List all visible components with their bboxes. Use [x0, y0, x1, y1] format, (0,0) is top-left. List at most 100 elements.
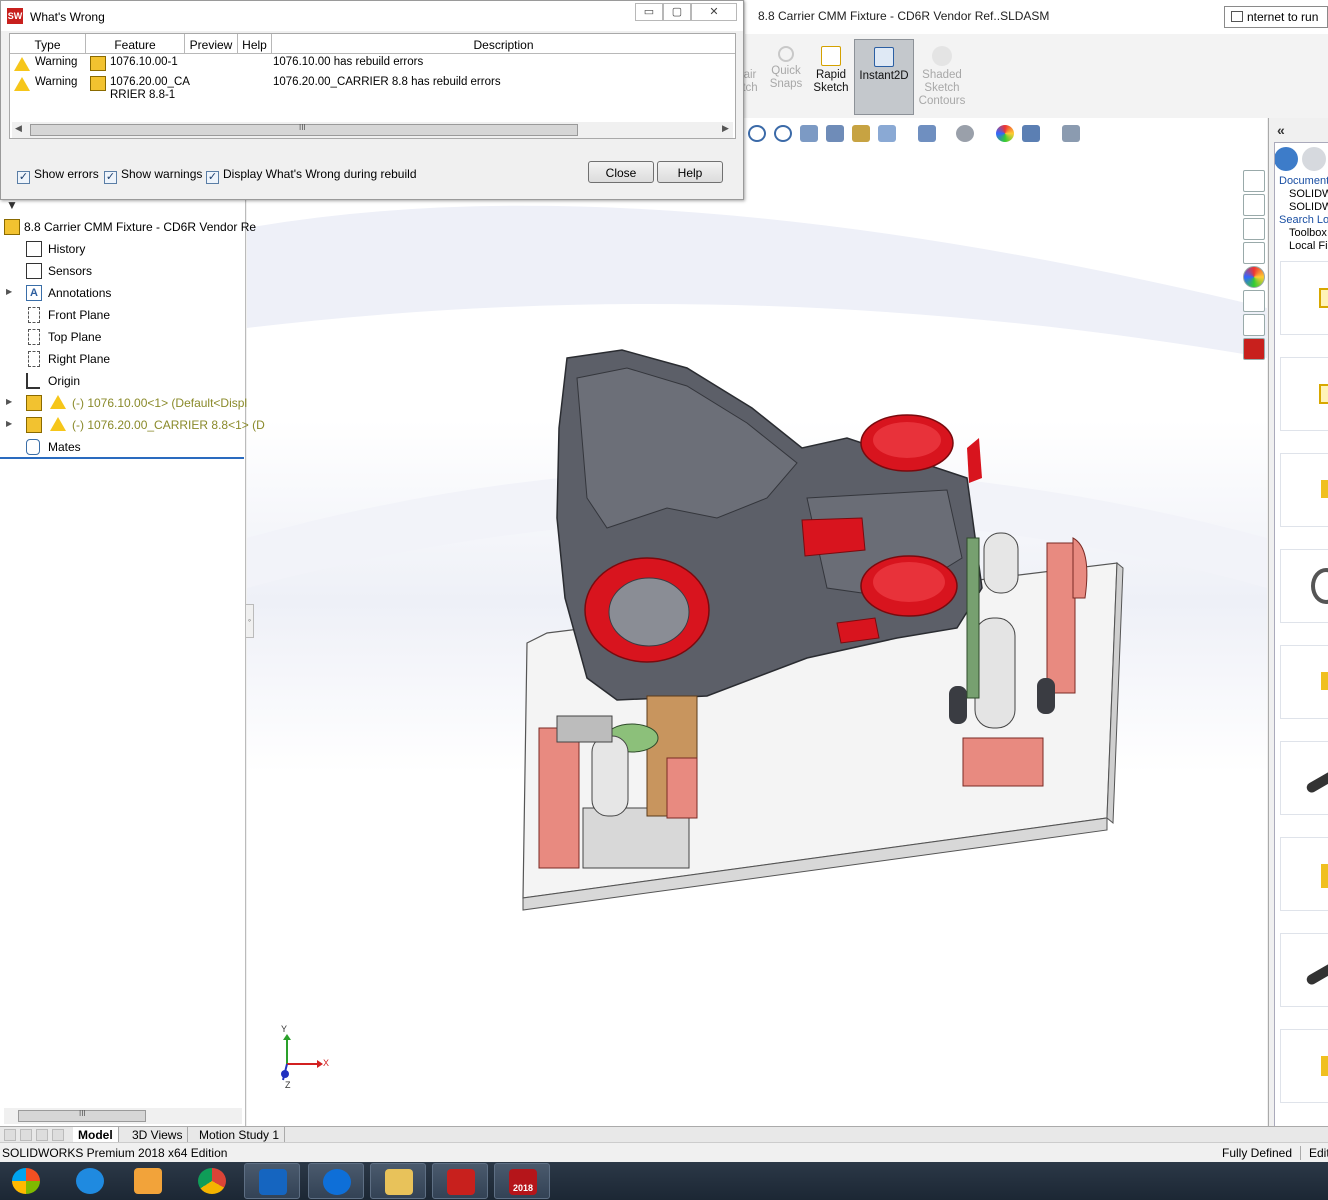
tp-link-document[interactable]: Document — [1279, 175, 1328, 187]
tree-item-part-2[interactable]: ▶ (-) 1076.20.00_CARRIER 8.8<1> (D — [0, 414, 265, 436]
tab-first-icon[interactable] — [4, 1129, 16, 1141]
help-button[interactable]: Help — [657, 161, 723, 183]
scroll-right-icon[interactable]: ▶ — [722, 123, 729, 134]
design-library-panel: Document SOLIDW SOLIDW Search Loc Toolbo… — [1274, 142, 1328, 1138]
column-header-description[interactable]: Description — [272, 34, 735, 54]
library-item[interactable] — [1280, 1029, 1328, 1103]
search-input[interactable]: nternet to run — [1224, 6, 1328, 28]
column-header-type[interactable]: Type — [10, 34, 86, 54]
instant2d-button[interactable]: Instant2D — [854, 39, 914, 115]
tree-item-part-1[interactable]: ▶ (-) 1076.10.00<1> (Default<Displ — [0, 392, 247, 414]
scroll-left-icon[interactable]: ◀ — [15, 123, 22, 134]
show-warnings-checkbox[interactable]: ✓ Show warnings — [104, 167, 202, 184]
taskbar-autocad[interactable] — [432, 1163, 488, 1199]
tree-horizontal-scrollbar[interactable]: III — [4, 1108, 242, 1124]
show-errors-label: Show errors — [34, 167, 99, 181]
file-explorer-icon[interactable] — [1243, 218, 1265, 240]
taskbar-file-explorer[interactable] — [370, 1163, 426, 1199]
library-item[interactable] — [1280, 549, 1328, 623]
start-button[interactable] — [0, 1163, 54, 1199]
expand-arrow-icon[interactable]: ▶ — [6, 397, 12, 406]
home-icon[interactable] — [1243, 170, 1265, 192]
previous-view-icon[interactable] — [800, 125, 818, 142]
expand-arrow-icon[interactable]: ▶ — [6, 419, 12, 428]
tree-item-sensors[interactable]: Sensors — [0, 260, 246, 282]
section-view-icon[interactable] — [826, 125, 844, 142]
dialog-title-bar[interactable]: SW What's Wrong ▭ ▢ ✕ — [1, 1, 743, 31]
column-header-help[interactable]: Help — [238, 34, 272, 54]
tp-link-solidworks-2[interactable]: SOLIDW — [1289, 201, 1328, 213]
custom-properties-icon[interactable] — [1243, 290, 1265, 312]
close-window-button[interactable]: ✕ — [691, 3, 737, 21]
shaded-sketch-contours-button[interactable]: Shaded Sketch Contours — [916, 39, 968, 115]
funnel-icon[interactable]: ▼ — [6, 198, 18, 212]
restore-button[interactable]: ▢ — [663, 3, 691, 21]
column-header-preview[interactable]: Preview — [185, 34, 238, 54]
forward-icon[interactable] — [1302, 147, 1326, 171]
taskbar-outlook[interactable] — [244, 1163, 300, 1199]
hide-show-icon[interactable] — [956, 125, 974, 142]
minimize-button[interactable]: ▭ — [635, 3, 663, 21]
show-errors-checkbox[interactable]: ✓ Show errors — [17, 167, 99, 184]
library-item[interactable] — [1280, 741, 1328, 815]
library-item[interactable] — [1280, 933, 1328, 1007]
view-palette-icon[interactable] — [1243, 242, 1265, 264]
tab-3d-views[interactable]: 3D Views — [127, 1127, 189, 1143]
tree-item-origin[interactable]: Origin — [0, 370, 246, 392]
dynamic-annotation-icon[interactable] — [852, 125, 870, 142]
history-icon — [26, 241, 42, 257]
taskbar-media-player[interactable] — [120, 1163, 176, 1199]
tp-link-search[interactable]: Search Loc — [1279, 214, 1328, 226]
design-library-icon[interactable] — [1243, 194, 1265, 216]
tab-prev-icon[interactable] — [20, 1129, 32, 1141]
zoom-to-area-icon[interactable] — [774, 125, 792, 142]
rollback-bar[interactable] — [0, 457, 244, 459]
taskbar-teamviewer[interactable] — [308, 1163, 364, 1199]
expand-arrow-icon[interactable]: ▶ — [6, 287, 12, 296]
tree-item-right-plane[interactable]: Right Plane — [0, 348, 246, 370]
column-header-feature[interactable]: Feature — [86, 34, 185, 54]
issue-type: Warning — [35, 76, 78, 88]
tree-item-annotations[interactable]: ▶ A Annotations — [0, 282, 246, 304]
tree-item-label: Annotations — [48, 286, 112, 300]
tab-last-icon[interactable] — [52, 1129, 64, 1141]
library-item[interactable] — [1280, 261, 1328, 335]
edit-appearance-icon[interactable] — [996, 125, 1014, 142]
apply-scene-icon[interactable] — [1022, 125, 1040, 142]
issues-horizontal-scrollbar[interactable]: ◀ III ▶ — [12, 122, 733, 138]
tp-link-local-files[interactable]: Local Fil — [1289, 240, 1328, 252]
display-during-rebuild-checkbox[interactable]: ✓ Display What's Wrong during rebuild — [206, 167, 417, 184]
display-style-icon[interactable] — [918, 125, 936, 142]
panel-splitter[interactable]: ◦ — [245, 604, 254, 638]
quick-snaps-button[interactable]: Quick Snaps — [765, 39, 807, 115]
tree-item-front-plane[interactable]: Front Plane — [0, 304, 246, 326]
tree-item-top-plane[interactable]: Top Plane — [0, 326, 246, 348]
tree-item-mates[interactable]: Mates — [0, 436, 246, 458]
rapid-sketch-button[interactable]: Rapid Sketch — [812, 39, 850, 115]
tab-next-icon[interactable] — [36, 1129, 48, 1141]
tp-link-solidworks-1[interactable]: SOLIDW — [1289, 188, 1328, 200]
tp-link-toolbox[interactable]: Toolbox — [1289, 227, 1327, 239]
library-item[interactable] — [1280, 357, 1328, 431]
zoom-to-fit-icon[interactable] — [748, 125, 766, 142]
library-item[interactable] — [1280, 645, 1328, 719]
issue-description: 1076.10.00 has rebuild errors — [273, 56, 424, 68]
library-item[interactable] — [1280, 837, 1328, 911]
tree-root[interactable]: 8.8 Carrier CMM Fixture - CD6R Vendor Re — [0, 216, 256, 238]
taskbar-chrome[interactable] — [184, 1163, 240, 1199]
tab-model[interactable]: Model — [73, 1127, 119, 1143]
tree-item-history[interactable]: History — [0, 238, 246, 260]
library-item[interactable] — [1280, 453, 1328, 527]
taskbar-solidworks[interactable]: 2018 — [494, 1163, 550, 1199]
close-button[interactable]: Close — [588, 161, 654, 183]
tab-motion-study[interactable]: Motion Study 1 — [194, 1127, 286, 1143]
collapse-pane-icon[interactable]: « — [1277, 122, 1285, 138]
view-orientation-icon[interactable] — [878, 125, 896, 142]
taskbar-internet-explorer[interactable] — [62, 1163, 118, 1199]
back-icon[interactable] — [1275, 147, 1298, 171]
view-settings-icon[interactable] — [1062, 125, 1080, 142]
graphics-area[interactable]: Y X Z — [247, 118, 1267, 1126]
appearances-icon[interactable] — [1243, 266, 1265, 288]
forum-icon[interactable] — [1243, 314, 1265, 336]
solidworks-resources-icon[interactable] — [1243, 338, 1265, 360]
